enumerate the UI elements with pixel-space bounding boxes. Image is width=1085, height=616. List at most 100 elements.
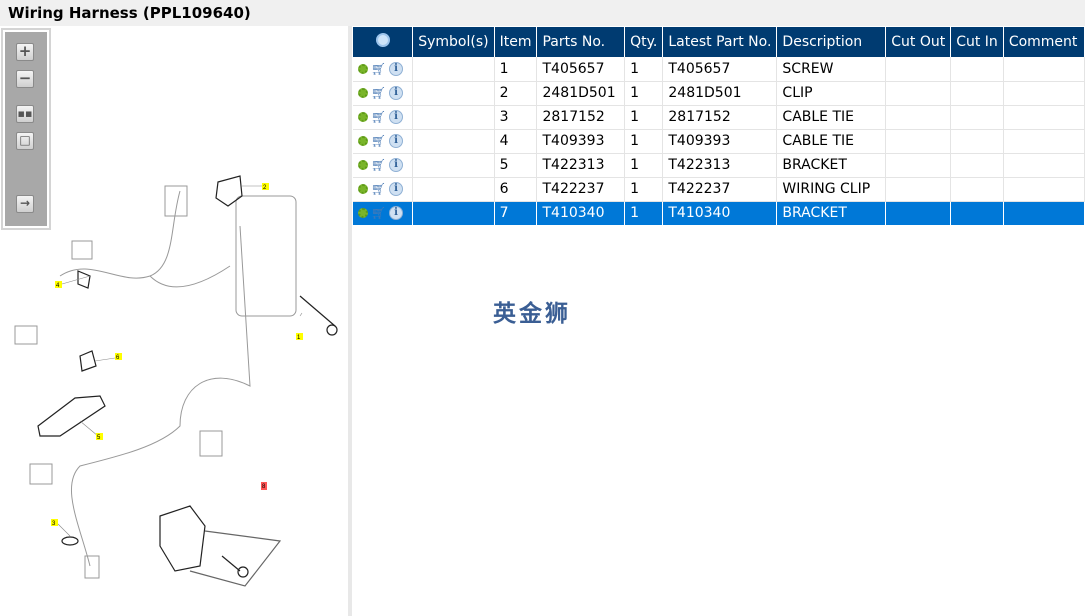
cut-out-cell <box>885 105 952 130</box>
show-list-button[interactable]: → <box>16 195 34 213</box>
part-no-cell: T405657 <box>536 57 626 82</box>
header-symbols[interactable]: Symbol(s) <box>412 27 495 57</box>
part-no-cell: 2817152 <box>536 105 626 130</box>
latest-part-no-cell: T405657 <box>662 57 778 82</box>
symbols-cell <box>412 153 495 178</box>
info-icon[interactable]: i <box>389 110 403 124</box>
parts-diagram[interactable]: 1 2 3 4 5 6 8 <box>0 26 348 616</box>
table-row[interactable]: 🛒︎ i 6 T422237 1 T422237 WIRING CLIP <box>353 177 1085 202</box>
table-row[interactable]: 🛒︎ i 3 2817152 1 2817152 CABLE TIE <box>353 105 1085 130</box>
header-description[interactable]: Description <box>776 27 887 57</box>
comment-cell <box>1003 57 1085 82</box>
qty-cell: 1 <box>624 153 664 178</box>
window-title: Wiring Harness (PPL109640) <box>0 0 1085 26</box>
gear-icon[interactable] <box>358 184 368 194</box>
qty-cell: 1 <box>624 129 664 154</box>
header-cut-out[interactable]: Cut Out <box>885 27 952 57</box>
header-comment[interactable]: Comment <box>1003 27 1085 57</box>
latest-part-no-cell: T410340 <box>662 201 778 226</box>
row-actions: 🛒︎ i <box>353 177 414 202</box>
table-row[interactable]: 🛒︎ i 2 2481D501 1 2481D501 CLIP <box>353 81 1085 106</box>
row-actions: 🛒︎ i <box>353 57 414 82</box>
info-icon[interactable]: i <box>389 134 403 148</box>
comment-cell <box>1003 81 1085 106</box>
gear-icon[interactable] <box>358 136 368 146</box>
cut-out-cell <box>885 81 952 106</box>
row-actions: 🛒︎ i <box>353 153 414 178</box>
info-icon[interactable]: i <box>389 158 403 172</box>
qty-cell: 1 <box>624 177 664 202</box>
gear-icon[interactable] <box>358 160 368 170</box>
gear-icon[interactable] <box>358 208 368 218</box>
gear-icon[interactable] <box>358 112 368 122</box>
info-icon[interactable]: i <box>389 61 403 76</box>
item-cell: 5 <box>494 153 538 178</box>
cut-out-cell <box>885 201 952 226</box>
cart-icon[interactable]: 🛒︎ <box>371 183 386 195</box>
watermark: 英金狮 <box>493 301 571 327</box>
description-cell: CLIP <box>776 81 887 106</box>
header-parts-no[interactable]: Parts No. <box>536 27 626 57</box>
description-cell: WIRING CLIP <box>776 177 887 202</box>
header-latest-part-no[interactable]: Latest Part No. <box>662 27 778 57</box>
diagram-panel[interactable]: 1 2 3 4 5 6 8 + − ▪▪ □ → <box>0 26 348 616</box>
qty-cell: 1 <box>624 201 664 226</box>
symbols-cell <box>412 129 495 154</box>
latest-part-no-cell: T422313 <box>662 153 778 178</box>
info-icon[interactable]: i <box>389 86 403 100</box>
item-cell: 3 <box>494 105 538 130</box>
comment-cell <box>1003 153 1085 178</box>
table-row[interactable]: 🛒︎ i 7 T410340 1 T410340 BRACKET <box>353 201 1085 226</box>
cart-icon[interactable]: 🛒︎ <box>371 135 386 147</box>
part-no-cell: T409393 <box>536 129 626 154</box>
cart-icon[interactable]: 🛒︎ <box>371 111 386 123</box>
part-no-cell: T422237 <box>536 177 626 202</box>
header-item[interactable]: Item <box>494 27 538 57</box>
cart-icon[interactable]: 🛒︎ <box>371 159 386 171</box>
cart-icon[interactable]: 🛒︎ <box>371 87 386 99</box>
gear-icon[interactable] <box>358 63 368 74</box>
info-icon[interactable]: i <box>389 206 403 220</box>
actual-size-button[interactable]: □ <box>16 132 34 150</box>
item-cell: 1 <box>494 57 538 82</box>
table-row[interactable]: 🛒︎ i 1 T405657 1 T405657 SCREW <box>353 57 1085 82</box>
item-cell: 7 <box>494 201 538 226</box>
row-actions: 🛒︎ i <box>353 201 414 226</box>
search-column-header[interactable] <box>353 27 414 57</box>
cut-in-cell <box>950 105 1004 130</box>
info-icon[interactable]: i <box>389 182 403 196</box>
parts-table: Symbol(s) Item Parts No. Qty. Latest Par… <box>353 27 1085 226</box>
diagram-toolbar: + − ▪▪ □ → <box>1 28 51 230</box>
row-actions: 🛒︎ i <box>353 129 414 154</box>
header-qty[interactable]: Qty. <box>624 27 664 57</box>
table-row[interactable]: 🛒︎ i 4 T409393 1 T409393 CABLE TIE <box>353 129 1085 154</box>
description-cell: CABLE TIE <box>776 129 887 154</box>
qty-cell: 1 <box>624 57 664 82</box>
comment-cell <box>1003 201 1085 226</box>
part-no-cell: T410340 <box>536 201 626 226</box>
description-cell: BRACKET <box>776 153 887 178</box>
header-cut-in[interactable]: Cut In <box>950 27 1004 57</box>
row-actions: 🛒︎ i <box>353 105 414 130</box>
gear-icon[interactable] <box>358 88 368 98</box>
cut-out-cell <box>885 153 952 178</box>
row-actions: 🛒︎ i <box>353 81 414 106</box>
description-cell: CABLE TIE <box>776 105 887 130</box>
comment-cell <box>1003 129 1085 154</box>
panel-splitter[interactable] <box>348 26 352 616</box>
symbols-cell <box>412 201 495 226</box>
search-icon[interactable] <box>375 33 390 47</box>
cart-icon[interactable]: 🛒︎ <box>371 63 386 75</box>
table-row[interactable]: 🛒︎ i 5 T422313 1 T422313 BRACKET <box>353 153 1085 178</box>
latest-part-no-cell: T422237 <box>662 177 778 202</box>
cut-in-cell <box>950 57 1004 82</box>
zoom-in-button[interactable]: + <box>16 43 34 61</box>
fit-all-button[interactable]: ▪▪ <box>16 105 34 123</box>
cut-in-cell <box>950 177 1004 202</box>
latest-part-no-cell: 2481D501 <box>662 81 778 106</box>
zoom-out-button[interactable]: − <box>16 70 34 88</box>
comment-cell <box>1003 105 1085 130</box>
qty-cell: 1 <box>624 81 664 106</box>
item-cell: 2 <box>494 81 538 106</box>
cart-icon[interactable]: 🛒︎ <box>371 207 386 219</box>
